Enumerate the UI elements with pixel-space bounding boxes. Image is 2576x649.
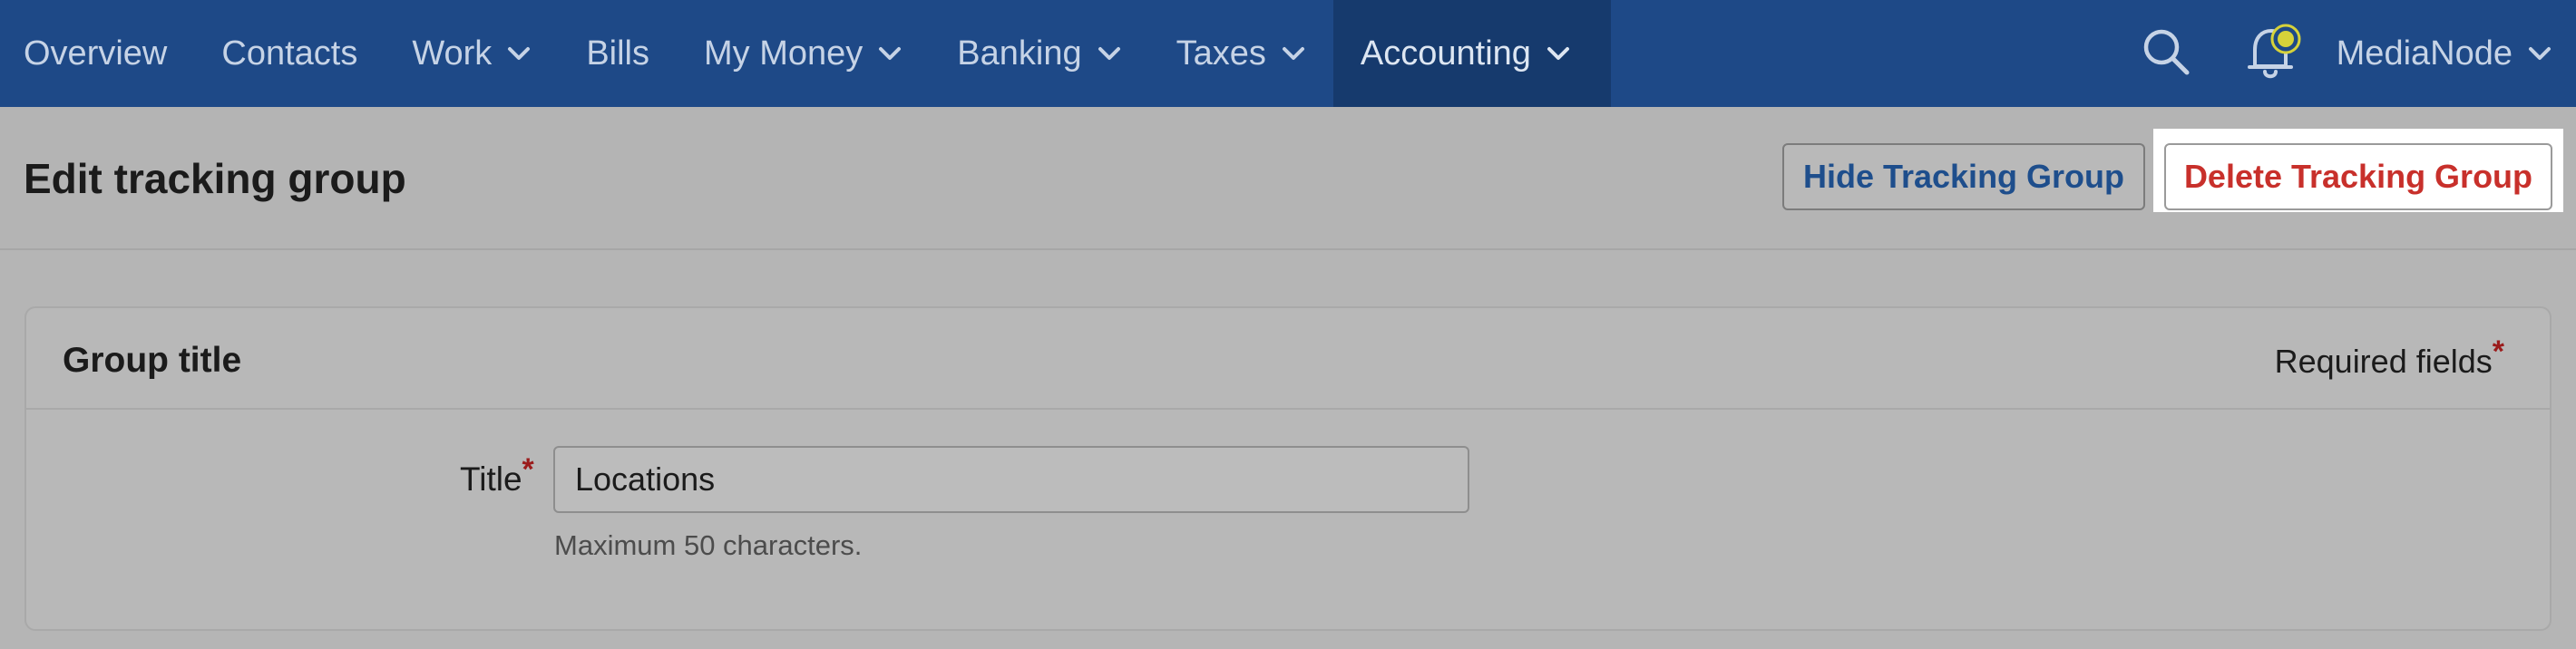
card-title: Group title — [63, 341, 242, 380]
chevron-down-icon — [2527, 45, 2552, 62]
nav-label: My Money — [704, 34, 864, 73]
account-menu[interactable]: MediaNode — [2337, 0, 2576, 107]
chevron-down-icon — [1281, 45, 1306, 62]
required-fields-note: Required fields* — [2274, 334, 2504, 381]
nav-contacts[interactable]: Contacts — [194, 0, 385, 107]
nav-bills[interactable]: Bills — [559, 0, 677, 107]
title-hint: Maximum 50 characters. — [554, 529, 863, 561]
hide-tracking-group-button[interactable]: Hide Tracking Group — [1782, 143, 2145, 210]
top-navigation: Overview Contacts Work Bills My Money Ba… — [0, 0, 2576, 107]
search-icon — [2141, 26, 2191, 82]
nav-my-money[interactable]: My Money — [677, 0, 930, 107]
title-label-text: Title — [460, 460, 522, 498]
nav-right-group: MediaNode — [2139, 0, 2576, 107]
required-label: Required fields — [2274, 343, 2493, 380]
account-name: MediaNode — [2336, 34, 2513, 73]
nav-accounting[interactable]: Accounting — [1332, 0, 1611, 107]
chevron-down-icon — [877, 45, 903, 62]
page-title: Edit tracking group — [24, 155, 406, 202]
nav-label: Taxes — [1176, 34, 1266, 73]
chevron-down-icon — [1546, 45, 1571, 62]
nav-label: Banking — [957, 34, 1082, 73]
required-asterisk: * — [522, 452, 534, 487]
nav-label: Overview — [24, 34, 168, 73]
nav-label: Bills — [586, 34, 649, 73]
nav-overview[interactable]: Overview — [0, 0, 194, 107]
nav-label: Accounting — [1360, 34, 1531, 73]
delete-tracking-group-button[interactable]: Delete Tracking Group — [2164, 143, 2552, 210]
nav-banking[interactable]: Banking — [930, 0, 1148, 107]
nav-work[interactable]: Work — [385, 0, 559, 107]
search-button[interactable] — [2139, 0, 2193, 107]
nav-label: Work — [412, 34, 493, 73]
title-input[interactable] — [553, 446, 1469, 513]
chevron-down-icon — [1097, 45, 1122, 62]
required-asterisk: * — [2492, 334, 2504, 369]
title-field-label: Title* — [460, 452, 534, 499]
chevron-down-icon — [506, 45, 532, 62]
group-title-card: Group title Required fields* Title* Maxi… — [24, 306, 2552, 631]
card-header: Group title Required fields* — [26, 308, 2550, 410]
bell-icon — [2244, 19, 2302, 89]
nav-label: Contacts — [221, 34, 358, 73]
notifications-button[interactable] — [2244, 0, 2302, 107]
nav-taxes[interactable]: Taxes — [1149, 0, 1333, 107]
